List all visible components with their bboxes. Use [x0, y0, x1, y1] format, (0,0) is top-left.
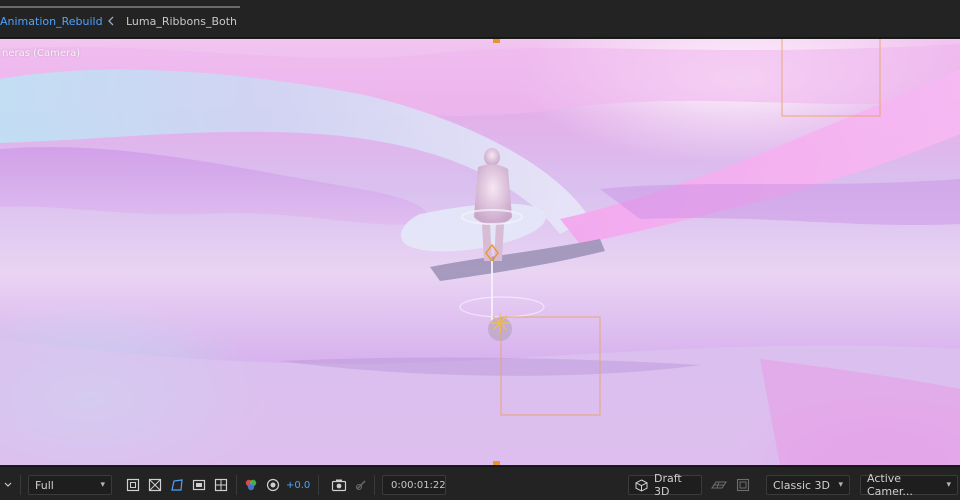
3d-view-value: Active Camer...	[867, 472, 913, 498]
transparency-grid-icon[interactable]	[146, 475, 164, 495]
exposure-icon[interactable]	[264, 475, 282, 495]
divider	[318, 475, 319, 495]
color-channels-icon[interactable]	[242, 475, 260, 495]
resolution-select[interactable]: Full ▾	[28, 475, 112, 495]
camera-snapshot-icon[interactable]	[330, 475, 348, 495]
resolution-value: Full	[35, 478, 54, 492]
chevron-down-icon: ▾	[838, 480, 843, 490]
guides-icon[interactable]	[190, 475, 208, 495]
tab-luma-ribbons-both[interactable]: Luma_Ribbons_Both	[126, 10, 237, 32]
tab-label: Luma_Ribbons_Both	[126, 14, 238, 28]
region-of-interest-icon[interactable]	[124, 475, 142, 495]
chevron-down-icon: ▾	[100, 480, 105, 490]
draft-3d-button[interactable]: Draft 3D	[628, 472, 702, 498]
show-snapshot-icon[interactable]	[352, 475, 370, 495]
chevron-down-icon: ▾	[946, 480, 951, 490]
active-tab-indicator	[0, 6, 240, 8]
viewer-toolbar: Full ▾ +0.0 0:00:01:22 Draft 3D Classic …	[0, 466, 960, 500]
divider	[20, 475, 21, 495]
renderer-value: Classic 3D	[773, 478, 831, 492]
3d-view-select[interactable]: Active Camer... ▾	[860, 472, 958, 498]
divider	[374, 475, 375, 495]
composition-tab-bar: Animation_Rebuild Luma_Ribbons_Both	[0, 0, 960, 38]
grid-icon[interactable]	[212, 475, 230, 495]
top-edge-handle[interactable]	[493, 39, 500, 43]
scene-render	[0, 39, 960, 465]
chevron-left-icon[interactable]	[104, 12, 118, 30]
exposure-value[interactable]: +0.0	[286, 475, 310, 495]
current-time-display[interactable]: 0:00:01:22	[382, 475, 446, 495]
draft-3d-icon	[635, 478, 648, 492]
active-camera-label: neras (Camera)	[2, 48, 81, 59]
chevron-down-icon[interactable]	[2, 475, 14, 495]
3d-ground-plane-icon[interactable]	[710, 475, 728, 495]
draft-3d-label: Draft 3D	[654, 472, 682, 498]
extended-viewer-icon[interactable]	[734, 475, 752, 495]
divider	[236, 475, 237, 495]
tab-animation-rebuild[interactable]: Animation_Rebuild	[0, 10, 109, 32]
tab-label: Animation_Rebuild	[0, 14, 103, 28]
renderer-select[interactable]: Classic 3D ▾	[766, 475, 850, 495]
composition-viewer[interactable]: neras (Camera)	[0, 39, 960, 465]
bottom-edge-handle[interactable]	[493, 461, 500, 465]
mask-path-icon[interactable]	[168, 475, 186, 495]
